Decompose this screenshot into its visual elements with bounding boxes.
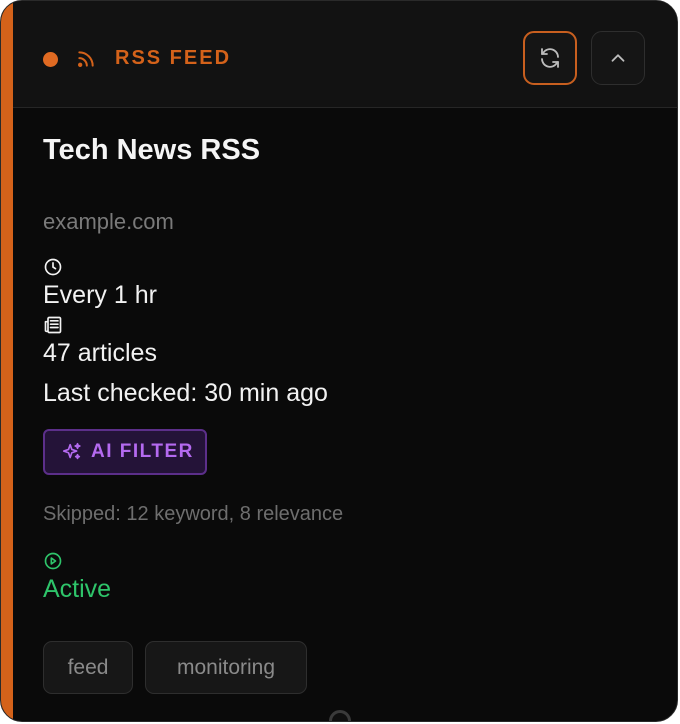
feed-domain: example.com (43, 209, 174, 234)
status-dot (43, 52, 58, 67)
rss-feed-card: RSS FEED Tech News RSS example.com Every… (0, 0, 678, 722)
status-label: Active (43, 575, 112, 603)
accent-bar (1, 1, 13, 721)
chevron-up-icon (611, 54, 625, 62)
clock-icon (44, 258, 62, 276)
collapse-button[interactable] (591, 31, 645, 85)
last-checked: Last checked: 30 min ago (43, 379, 328, 407)
feed-title: Tech News RSS (43, 134, 261, 166)
tag-feed[interactable]: feed (43, 641, 133, 694)
ai-filter-label: AI FILTER (91, 441, 194, 462)
tag-monitoring[interactable]: monitoring (145, 641, 307, 694)
rss-icon (77, 51, 94, 68)
connection-handle-bottom[interactable] (329, 710, 351, 721)
card-header: RSS FEED (13, 1, 677, 108)
skipped-summary: Skipped: 12 keyword, 8 relevance (43, 503, 344, 525)
refresh-button[interactable] (523, 31, 577, 85)
newspaper-icon (44, 316, 62, 334)
article-count: 47 articles (43, 339, 157, 367)
ai-filter-badge[interactable]: AI FILTER (43, 429, 207, 475)
node-type-label: RSS FEED (115, 47, 232, 69)
check-interval: Every 1 hr (43, 281, 157, 309)
refresh-icon (541, 48, 559, 68)
play-circle-icon (44, 552, 62, 570)
sparkles-icon (62, 442, 81, 460)
